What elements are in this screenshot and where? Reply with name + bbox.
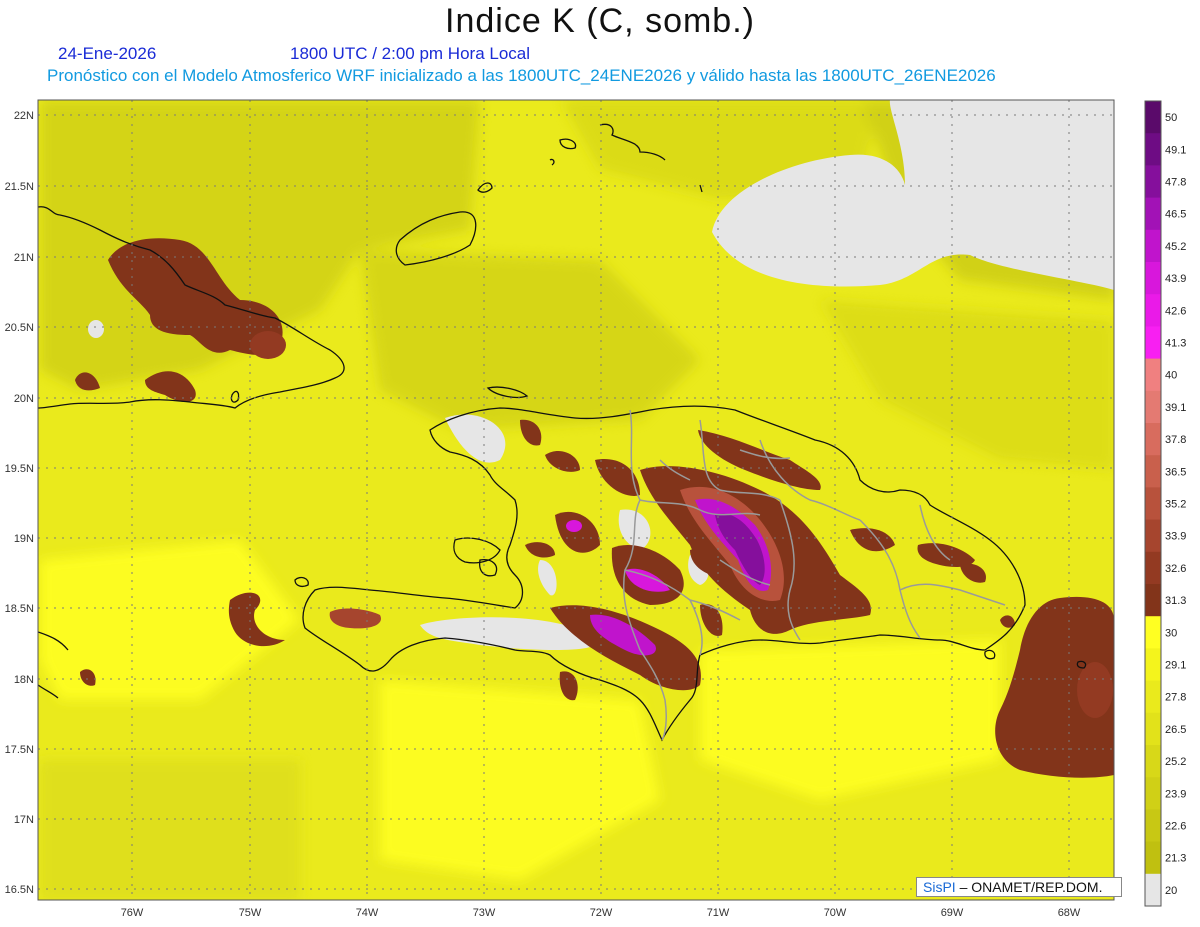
- lon-label: 74W: [356, 907, 379, 919]
- colorbar-label: 40: [1165, 370, 1177, 382]
- colorbar-label: 35.2: [1165, 499, 1186, 511]
- colorbar-swatch: [1145, 487, 1161, 521]
- colorbar-label: 30: [1165, 627, 1177, 639]
- lat-label: 17N: [14, 814, 34, 826]
- colorbar-label: 39.1: [1165, 402, 1186, 414]
- colorbar-label: 25.2: [1165, 756, 1186, 768]
- longitude-axis: 76W 75W 74W 73W 72W 71W 70W 69W 68W: [121, 907, 1081, 919]
- lon-label: 72W: [590, 907, 613, 919]
- colorbar-label: 26.5: [1165, 724, 1186, 736]
- lon-label: 73W: [473, 907, 496, 919]
- colorbar-swatch: [1145, 551, 1161, 585]
- lon-label: 68W: [1058, 907, 1081, 919]
- colorbar-label: 42.6: [1165, 305, 1186, 317]
- sispi-logo: SisPI: [923, 879, 956, 895]
- lon-label: 76W: [121, 907, 144, 919]
- colorbar-label: 32.6: [1165, 563, 1186, 575]
- lat-label: 18.5N: [5, 603, 34, 615]
- lon-label: 75W: [239, 907, 262, 919]
- lat-label: 21.5N: [5, 181, 34, 193]
- colorbar-label: 20: [1165, 885, 1177, 897]
- colorbar-swatch: [1145, 165, 1161, 199]
- lat-label: 19N: [14, 533, 34, 545]
- colorbar-label: 50: [1165, 112, 1177, 124]
- colorbar-swatch: [1145, 873, 1161, 907]
- latitude-axis: 22N 21.5N 21N 20.5N 20N 19.5N 19N 18.5N …: [5, 110, 34, 896]
- lat-label: 20N: [14, 393, 34, 405]
- lat-label: 16.5N: [5, 884, 34, 896]
- colorbar-label: 21.3: [1165, 853, 1186, 865]
- colorbar-label: 29.1: [1165, 660, 1186, 672]
- colorbar-swatch: [1145, 229, 1161, 263]
- lat-label: 17.5N: [5, 744, 34, 756]
- credit-text: – ONAMET/REP.DOM.: [955, 879, 1103, 895]
- colorbar-swatch: [1145, 423, 1161, 456]
- colorbar-label: 43.9: [1165, 273, 1186, 285]
- colorbar-label: 23.9: [1165, 788, 1186, 800]
- colorbar-swatch: [1145, 358, 1161, 392]
- lon-label: 69W: [941, 907, 964, 919]
- colorbar-label: 47.8: [1165, 177, 1186, 189]
- colorbar-label: 33.9: [1165, 531, 1186, 543]
- colorbar-swatch: [1145, 712, 1161, 746]
- colorbar-swatch: [1145, 294, 1161, 327]
- colorbar-label: 41.3: [1165, 338, 1186, 350]
- lon-label: 71W: [707, 907, 730, 919]
- lat-label: 21N: [14, 252, 34, 264]
- k-index-field: [38, 100, 1114, 900]
- colorbar-swatch: [1145, 455, 1161, 488]
- colorbar-swatch: [1145, 133, 1161, 166]
- colorbar-label: 37.8: [1165, 434, 1186, 446]
- colorbar-swatch: [1145, 197, 1161, 231]
- colorbar-swatch: [1145, 519, 1161, 553]
- colorbar-swatch: [1145, 809, 1161, 843]
- colorbar-label: 46.5: [1165, 209, 1186, 221]
- credit-box: SisPI – ONAMET/REP.DOM.: [916, 877, 1122, 897]
- colorbar-swatch: [1145, 390, 1161, 424]
- colorbar-swatch: [1145, 101, 1161, 134]
- colorbar-label: 45.2: [1165, 241, 1186, 253]
- colorbar-swatch: [1145, 777, 1161, 810]
- colorbar-swatch: [1145, 745, 1161, 778]
- lat-label: 19.5N: [5, 463, 34, 475]
- colorbar-swatch: [1145, 262, 1161, 295]
- colorbar-label: 27.8: [1165, 692, 1186, 704]
- colorbar-swatch: [1145, 680, 1161, 714]
- map-figure: 22N 21.5N 21N 20.5N 20N 19.5N 19N 18.5N …: [5, 99, 1186, 919]
- colorbar-legend: 50 49.1 47.8 46.5 45.2 43.9 42.6 41.3 40 39.1 37.8…: [1144, 100, 1186, 907]
- lat-label: 22N: [14, 110, 34, 122]
- colorbar-swatch: [1145, 326, 1161, 360]
- lat-label: 20.5N: [5, 322, 34, 334]
- colorbar-swatch: [1145, 841, 1161, 875]
- colorbar-label: 36.5: [1165, 466, 1186, 478]
- colorbar-label: 31.3: [1165, 595, 1186, 607]
- colorbar-label: 49.1: [1165, 144, 1186, 156]
- lat-label: 18N: [14, 674, 34, 686]
- colorbar-swatch: [1145, 648, 1161, 682]
- lon-label: 70W: [824, 907, 847, 919]
- colorbar-swatch: [1145, 616, 1161, 649]
- colorbar-label: 22.6: [1165, 821, 1186, 833]
- colorbar-swatch: [1145, 584, 1161, 617]
